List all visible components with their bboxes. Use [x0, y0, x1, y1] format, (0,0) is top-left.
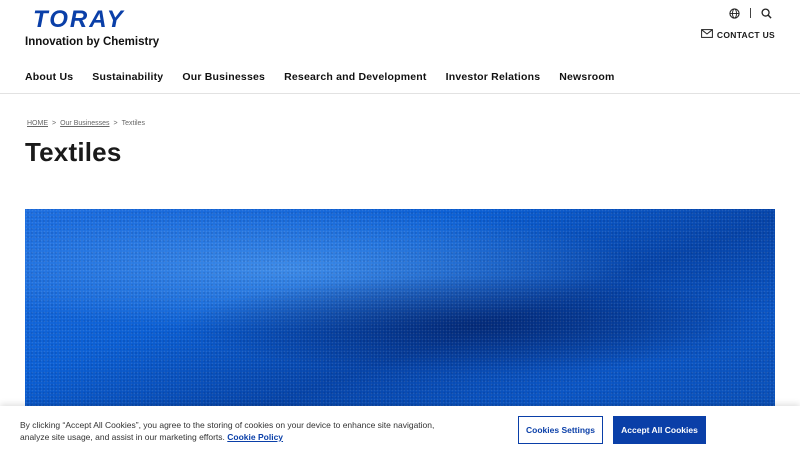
nav-sustainability[interactable]: Sustainability	[92, 71, 163, 83]
contact-us-label: CONTACT US	[716, 29, 775, 40]
breadcrumb-separator: >	[113, 120, 118, 127]
toray-logo[interactable]: TORAY Innovation by Chemistry	[25, 6, 160, 50]
breadcrumb-our-businesses[interactable]: Our Businesses	[60, 120, 109, 127]
utility-divider	[750, 8, 751, 18]
search-icon[interactable]	[761, 7, 772, 19]
cookie-policy-link[interactable]: Cookie Policy	[227, 432, 283, 442]
nav-research-and-development[interactable]: Research and Development	[284, 71, 427, 83]
breadcrumb: HOME > Our Businesses > Textiles	[27, 120, 145, 127]
hero-image-blue-fabric	[25, 209, 775, 409]
cookie-banner: By clicking “Accept All Cookies”, you ag…	[0, 406, 800, 450]
envelope-icon	[701, 29, 713, 40]
breadcrumb-current: Textiles	[121, 120, 145, 127]
logo-tagline: Innovation by Chemistry	[25, 36, 160, 48]
logo-wordmark: TORAY	[33, 6, 125, 33]
globe-icon[interactable]	[729, 7, 740, 19]
breadcrumb-home[interactable]: HOME	[27, 120, 48, 127]
page-title: Textiles	[25, 137, 122, 167]
nav-our-businesses[interactable]: Our Businesses	[182, 71, 265, 83]
contact-us-link[interactable]: CONTACT US	[701, 29, 775, 40]
cookie-message: By clicking “Accept All Cookies”, you ag…	[20, 419, 440, 443]
site-header: TORAY Innovation by Chemistry CONTACT US…	[0, 0, 800, 94]
nav-about-us[interactable]: About Us	[25, 71, 73, 83]
main-nav: About Us Sustainability Our Businesses R…	[25, 71, 634, 83]
nav-investor-relations[interactable]: Investor Relations	[446, 71, 541, 83]
utility-bar	[729, 6, 772, 20]
cookies-settings-button[interactable]: Cookies Settings	[518, 416, 603, 444]
breadcrumb-separator: >	[52, 120, 57, 127]
nav-newsroom[interactable]: Newsroom	[559, 71, 614, 83]
accept-all-cookies-button[interactable]: Accept All Cookies	[613, 416, 706, 444]
